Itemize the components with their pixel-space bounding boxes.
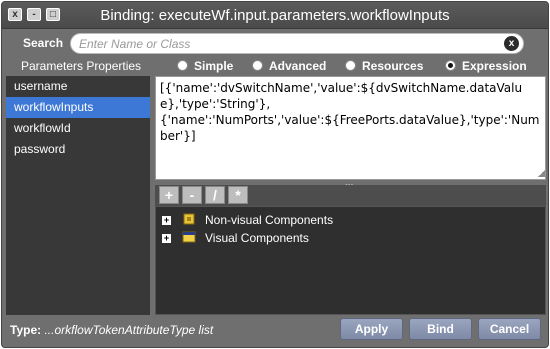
dialog-footer: Type: ...orkflowTokenAttributeType list … bbox=[2, 315, 548, 347]
expand-icon[interactable]: + bbox=[162, 234, 171, 243]
type-label-key: Type: bbox=[10, 323, 42, 337]
resize-grip-icon[interactable] bbox=[538, 170, 545, 177]
expression-editor[interactable]: [{'name':'dvSwitchName','value':${dvSwit… bbox=[155, 76, 546, 180]
cancel-button[interactable]: Cancel bbox=[478, 318, 541, 340]
title-bar[interactable]: x - □ Binding: executeWf.input.parameter… bbox=[2, 2, 548, 29]
tree-node-label: Visual Components bbox=[205, 231, 309, 245]
search-label: Search bbox=[23, 36, 64, 50]
search-input[interactable]: Enter Name or Class bbox=[70, 33, 524, 54]
parameter-item-username[interactable]: username bbox=[6, 76, 150, 97]
tree-node-label: Non-visual Components bbox=[205, 213, 334, 227]
expand-icon[interactable]: + bbox=[162, 216, 171, 225]
binding-dialog: x - □ Binding: executeWf.input.parameter… bbox=[1, 1, 549, 348]
search-row: Search Enter Name or Class x bbox=[2, 30, 548, 56]
non-visual-components-icon bbox=[183, 213, 195, 225]
radio-simple-dot[interactable] bbox=[177, 60, 188, 71]
parameters-properties-label: Parameters Properties bbox=[21, 59, 142, 73]
apply-button[interactable]: Apply bbox=[340, 318, 403, 340]
bind-button[interactable]: Bind bbox=[409, 318, 472, 340]
add-operator-button[interactable]: + bbox=[159, 186, 179, 204]
window-title: Binding: executeWf.input.parameters.work… bbox=[100, 7, 450, 24]
radio-resources-dot[interactable] bbox=[345, 60, 356, 71]
type-label: Type: ...orkflowTokenAttributeType list bbox=[10, 323, 213, 337]
type-label-value: ...orkflowTokenAttributeType list bbox=[44, 323, 214, 337]
component-tree: + Non-visual Components + Visual Compone… bbox=[155, 206, 546, 315]
radio-advanced-dot[interactable] bbox=[252, 60, 263, 71]
parameter-item-password[interactable]: password bbox=[6, 139, 150, 160]
radio-advanced-label: Advanced bbox=[269, 59, 327, 73]
multiply-operator-button[interactable]: * bbox=[228, 186, 248, 204]
radio-expression-dot[interactable] bbox=[445, 60, 456, 71]
tree-node-non-visual[interactable]: + Non-visual Components bbox=[162, 213, 362, 229]
visual-components-icon bbox=[182, 231, 196, 243]
operator-toolbar: + - / * bbox=[155, 185, 546, 206]
parameter-item-workflowinputs[interactable]: workflowInputs bbox=[6, 97, 150, 118]
divide-operator-button[interactable]: / bbox=[205, 186, 225, 204]
subtract-operator-button[interactable]: - bbox=[182, 186, 202, 204]
parameter-item-workflowid[interactable]: workflowId bbox=[6, 118, 150, 139]
clear-search-icon[interactable]: x bbox=[504, 36, 519, 51]
radio-resources-label: Resources bbox=[362, 59, 424, 73]
tree-node-visual[interactable]: + Visual Components bbox=[162, 231, 362, 247]
radio-simple-label: Simple bbox=[194, 59, 234, 73]
parameters-list: username workflowInputs workflowId passw… bbox=[6, 76, 150, 315]
radio-expression-label: Expression bbox=[462, 59, 527, 73]
